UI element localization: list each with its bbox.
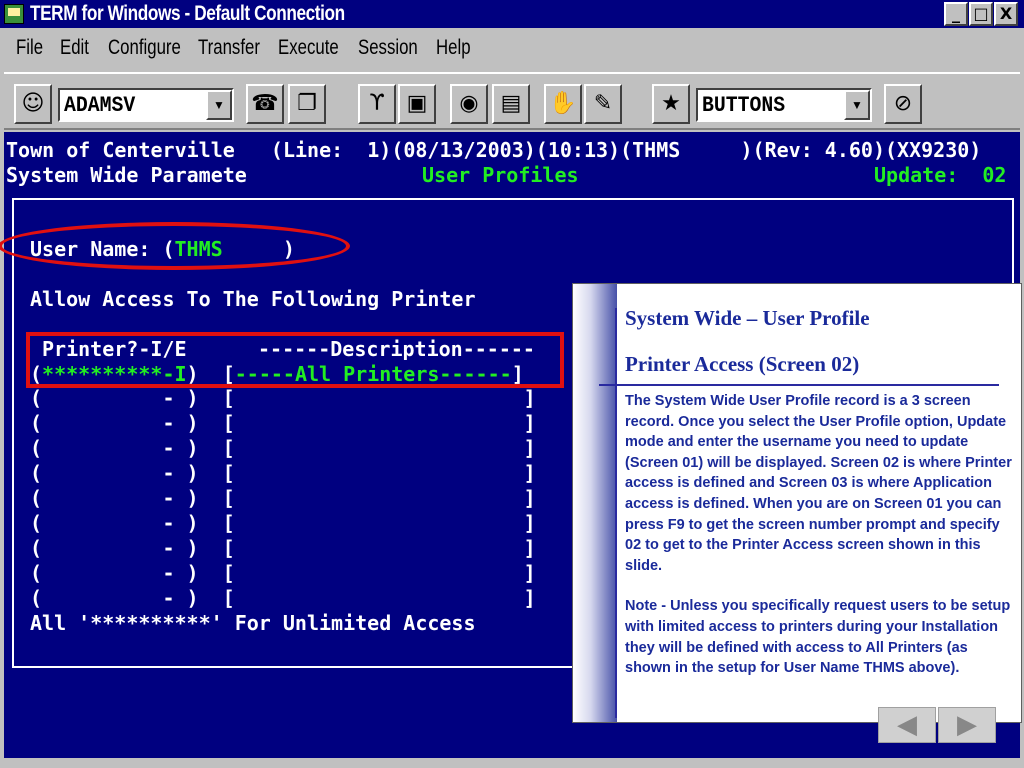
table-row[interactable]: ( - ) [ ] [30, 386, 536, 410]
panel-body: The System Wide User Profile record is a… [625, 391, 1015, 679]
hand-icon[interactable]: ✋ [544, 84, 582, 124]
table-row[interactable]: ( - ) [ ] [30, 536, 536, 560]
menu-execute[interactable]: Execute [278, 36, 339, 60]
buttons-combo[interactable]: BUTTONS ▼ [696, 88, 872, 122]
footer-note: All '**********' For Unlimited Access [30, 611, 476, 635]
prev-arrow-icon[interactable]: ◀ [878, 707, 936, 743]
app-icon[interactable] [4, 4, 24, 24]
table-row[interactable]: ( - ) [ ] [30, 436, 536, 460]
chevron-down-icon[interactable]: ▼ [206, 90, 232, 120]
paint-icon[interactable]: ◉ [450, 84, 488, 124]
computer-icon[interactable]: ▣ [398, 84, 436, 124]
menu-bar: File Edit Configure Transfer Execute Ses… [0, 28, 1024, 68]
chevron-down-icon[interactable]: ▼ [844, 90, 870, 120]
table-row[interactable]: ( - ) [ ] [30, 586, 536, 610]
screen-title: System Wide Paramete [6, 163, 247, 187]
antenna-icon[interactable]: ϒ [358, 84, 396, 124]
menu-configure[interactable]: Configure [108, 36, 181, 60]
menu-session[interactable]: Session [358, 36, 418, 60]
phone-icon[interactable]: ☎ [246, 84, 284, 124]
pen-icon[interactable]: ✎ [584, 84, 622, 124]
annotation-ellipse [0, 222, 350, 270]
allow-access-heading: Allow Access To The Following Printer [30, 287, 476, 311]
copy-icon[interactable]: ❐ [288, 84, 326, 124]
table-row[interactable]: ( - ) [ ] [30, 561, 536, 585]
explanation-panel: System Wide – User Profile Printer Acces… [572, 283, 1022, 723]
panel-accent-bar [573, 284, 617, 722]
table-row[interactable]: ( - ) [ ] [30, 461, 536, 485]
annotation-box [26, 332, 564, 388]
menu-transfer[interactable]: Transfer [198, 36, 260, 60]
slide-navigation: ◀ ▶ [878, 707, 1000, 743]
menu-edit[interactable]: Edit [60, 36, 89, 60]
panel-title: System Wide – User Profile [625, 306, 870, 330]
title-bar: TERM for Windows - Default Connection _ … [0, 0, 1024, 28]
connection-combo[interactable]: ADAMSV ▼ [58, 88, 234, 122]
panel-divider-horizontal [599, 384, 999, 386]
table-row[interactable]: ( - ) [ ] [30, 511, 536, 535]
book-icon[interactable]: ▤ [492, 84, 530, 124]
table-row[interactable]: ( - ) [ ] [30, 411, 536, 435]
table-row[interactable]: ( - ) [ ] [30, 486, 536, 510]
connection-value: ADAMSV [64, 93, 136, 118]
toolbar: ☺ ADAMSV ▼ ☎ ❐ ϒ ▣ ◉ ▤ ✋ ✎ ★ BUTTONS ▼ ⊘ [4, 72, 1020, 130]
next-arrow-icon[interactable]: ▶ [938, 707, 996, 743]
buttons-value: BUTTONS [702, 93, 786, 118]
no-icon[interactable]: ⊘ [884, 84, 922, 124]
panel-paragraph: The System Wide User Profile record is a… [625, 393, 1012, 574]
minimize-button[interactable]: _ [944, 2, 968, 26]
window-title: TERM for Windows - Default Connection [30, 2, 345, 25]
close-button[interactable]: X [994, 2, 1018, 26]
panel-subtitle: Printer Access (Screen 02) [625, 352, 860, 376]
panel-divider-vertical [615, 308, 617, 718]
menu-file[interactable]: File [16, 36, 43, 60]
screen-subtitle: User Profiles [422, 163, 579, 187]
person-icon[interactable]: ☺ [14, 84, 52, 124]
update-mode: Update: 02 [874, 163, 1007, 187]
menu-help[interactable]: Help [436, 36, 471, 60]
panel-note: Note - Unless you specifically request u… [625, 598, 1011, 677]
maximize-button[interactable]: □ [969, 2, 993, 26]
status-line: Town of Centerville (Line: 1)(08/13/2003… [6, 138, 982, 162]
runner-icon[interactable]: ★ [652, 84, 690, 124]
